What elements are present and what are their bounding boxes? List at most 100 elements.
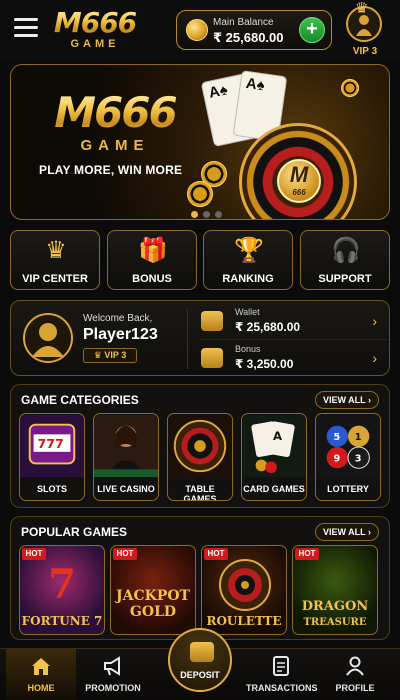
wallet-icon <box>190 642 214 662</box>
banner-tagline: PLAY MORE, WIN MORE <box>39 163 183 177</box>
wallet-row[interactable]: Wallet ₹ 25,680.00 › <box>201 307 387 337</box>
lottery-balls-icon: 5 1 9 3 <box>316 414 380 478</box>
casino-chip-icon <box>187 181 213 207</box>
category-lottery[interactable]: 5 1 9 3 LOTTERY <box>315 413 381 501</box>
vip-center-button[interactable]: ♛ VIP CENTER <box>10 230 100 290</box>
support-button[interactable]: 🎧 SUPPORT <box>300 230 390 290</box>
carousel-dot[interactable] <box>215 211 222 218</box>
svg-text:3: 3 <box>355 454 362 465</box>
view-all-button[interactable]: VIEW ALL › <box>315 391 379 409</box>
game-fortune-7[interactable]: HOT 7 FORTUNE 7 <box>19 545 105 635</box>
game-jackpot-gold[interactable]: HOT JACKPOT GOLD <box>110 545 196 635</box>
trophy-icon: 🏆 <box>234 237 264 264</box>
user-icon <box>346 656 364 676</box>
category-card-games[interactable]: A CARD GAMES <box>241 413 307 501</box>
deposit-button[interactable]: DEPOSIT <box>168 628 232 692</box>
center-logo-letter: M <box>289 162 309 187</box>
svg-text:5: 5 <box>333 432 340 443</box>
view-all-button[interactable]: VIEW ALL › <box>315 523 379 541</box>
roulette-icon <box>168 414 232 478</box>
bonus-value: ₹ 3,250.00 <box>235 357 294 371</box>
game-title-bottom: TREASURE <box>303 617 367 628</box>
home-icon <box>32 658 50 675</box>
nav-label: HOME <box>27 683 55 693</box>
category-table-games[interactable]: TABLE GAMES <box>167 413 233 501</box>
bonus-button[interactable]: 🎁 BONUS <box>107 230 197 290</box>
hot-badge: HOT <box>113 548 137 560</box>
bonus-row[interactable]: Bonus ₹ 3,250.00 › <box>201 344 387 374</box>
category-label: LOTTERY <box>327 484 369 494</box>
main-balance-box[interactable]: Main Balance ₹ 25,680.00 + <box>176 10 332 50</box>
ranking-button[interactable]: 🏆 RANKING <box>203 230 293 290</box>
game-title-bottom: GOLD <box>129 604 177 620</box>
nav-label: PROMOTION <box>85 683 141 693</box>
app-logo[interactable]: M666 GAME <box>50 8 140 51</box>
player-name: Player123 <box>83 326 158 343</box>
hot-badge: HOT <box>22 548 46 560</box>
player-avatar[interactable] <box>23 313 73 363</box>
carousel-dot[interactable] <box>191 211 198 218</box>
category-slots[interactable]: 777 SLOTS <box>19 413 85 501</box>
slot-machine-icon: 777 <box>20 414 84 478</box>
category-label: CARD GAMES <box>243 484 305 494</box>
carousel-dot[interactable] <box>203 211 210 218</box>
center-logo-coin: M 666 <box>277 159 321 203</box>
section-title: POPULAR GAMES <box>21 525 128 539</box>
document-icon <box>273 656 289 676</box>
profile-card: Welcome Back, Player123 ♛ VIP 3 Wallet ₹… <box>10 300 390 376</box>
game-roulette[interactable]: HOT ROULETTE <box>201 545 287 635</box>
divider <box>201 339 387 340</box>
main-balance-value: ₹ 25,680.00 <box>213 30 284 45</box>
chevron-right-icon: › <box>372 350 377 366</box>
nav-promotion[interactable]: PROMOTION <box>78 649 148 700</box>
coin-icon <box>186 19 208 41</box>
user-silhouette-icon <box>32 323 64 357</box>
vip-avatar[interactable]: ♛ <box>346 0 382 42</box>
banner-brand-main: M666 <box>35 91 195 135</box>
category-label: LIVE CASINO <box>97 484 155 494</box>
top-header: M666 GAME Main Balance ₹ 25,680.00 + ♛ V… <box>0 0 400 60</box>
promo-banner[interactable]: M666 GAME PLAY MORE, WIN MORE A♠ A♠ M 666 <box>10 64 390 220</box>
user-silhouette-icon <box>356 15 372 36</box>
wallet-value: ₹ 25,680.00 <box>235 320 301 334</box>
hot-badge: HOT <box>295 548 319 560</box>
divider <box>187 309 188 369</box>
category-live-casino[interactable]: LIVE CASINO <box>93 413 159 501</box>
crown-icon: ♛ <box>45 237 67 264</box>
quick-nav-label: BONUS <box>132 273 172 285</box>
vip-badge: ♛ VIP 3 <box>83 348 137 363</box>
nav-home[interactable]: HOME <box>6 649 76 700</box>
casino-chip-icon <box>341 79 359 97</box>
hamburger-menu-icon[interactable] <box>14 18 38 38</box>
svg-text:9: 9 <box>333 454 340 465</box>
roulette-icon <box>219 559 271 611</box>
game-dragon-treasure[interactable]: HOT DRAGON TREASURE <box>292 545 378 635</box>
logo-sub-text: GAME <box>70 38 120 50</box>
welcome-text: Welcome Back, <box>83 313 153 324</box>
game-title-top: JACKPOT <box>116 588 190 604</box>
vip-level-label: VIP 3 <box>352 46 378 57</box>
banner-brand-sub: GAME <box>80 137 150 154</box>
quick-nav-label: RANKING <box>222 273 274 285</box>
deposit-label: DEPOSIT <box>180 670 220 680</box>
gift-icon: 🎁 <box>138 237 168 264</box>
svg-text:777: 777 <box>37 436 63 451</box>
gift-icon <box>201 348 223 368</box>
carousel-dots[interactable] <box>191 205 227 219</box>
playing-cards-icon: A <box>242 414 306 478</box>
add-funds-button[interactable]: + <box>299 17 325 43</box>
nav-profile[interactable]: PROFILE <box>320 649 390 700</box>
quick-nav-label: SUPPORT <box>318 273 372 285</box>
quick-nav-label: VIP CENTER <box>22 273 88 285</box>
megaphone-icon <box>104 656 120 676</box>
category-label: TABLE GAMES <box>183 484 217 501</box>
live-dealer-icon <box>94 414 158 478</box>
nav-label: TRANSACTIONS <box>246 683 318 693</box>
headset-icon: 🎧 <box>331 237 361 264</box>
nav-transactions[interactable]: TRANSACTIONS <box>246 649 318 700</box>
main-balance-label: Main Balance <box>213 17 274 28</box>
section-title: GAME CATEGORIES <box>21 393 139 407</box>
logo-main-text: M666 <box>50 8 140 38</box>
svg-text:A: A <box>273 429 282 443</box>
popular-games-section: POPULAR GAMES VIEW ALL › HOT 7 FORTUNE 7… <box>10 516 390 640</box>
